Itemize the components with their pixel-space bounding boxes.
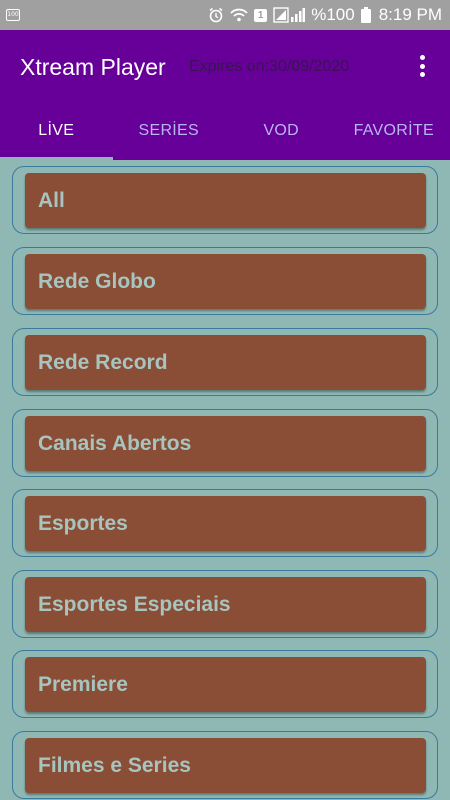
category-label: Rede Record — [38, 350, 168, 374]
wifi-icon — [230, 8, 248, 22]
app-title: Xtream Player — [20, 54, 166, 80]
expiry-date: Expires on:30/09/2020 — [189, 58, 350, 75]
tab-favorite[interactable]: FAVORİTE — [338, 114, 450, 160]
category-label: Esportes — [38, 511, 128, 535]
notification-icon: 100 — [6, 9, 20, 21]
alarm-icon — [208, 7, 224, 23]
status-left: 100 — [6, 9, 20, 21]
category-item: Esportes Especiais — [12, 570, 438, 638]
category-item: Filmes e Series — [12, 731, 438, 799]
tab-series[interactable]: SERİES — [113, 114, 226, 160]
category-item: Esportes — [12, 489, 438, 557]
category-button-all[interactable]: All — [25, 173, 426, 228]
tab-label: LİVE — [38, 122, 75, 139]
category-button-esportes-especiais[interactable]: Esportes Especiais — [25, 577, 426, 632]
status-bar: 100 1 %100 8:19 PM — [0, 0, 450, 30]
category-label: Filmes e Series — [38, 753, 191, 777]
category-label: All — [38, 188, 65, 212]
category-button-canais-abertos[interactable]: Canais Abertos — [25, 416, 426, 471]
tab-live[interactable]: LİVE — [0, 114, 113, 160]
clock: 8:19 PM — [378, 5, 442, 24]
category-item: Premiere — [12, 650, 438, 718]
category-label: Canais Abertos — [38, 431, 192, 455]
signal-icon — [273, 7, 306, 23]
more-vert-icon[interactable] — [412, 52, 432, 80]
tab-bar: LİVE SERİES VOD FAVORİTE — [0, 114, 450, 160]
category-button-premiere[interactable]: Premiere — [25, 657, 426, 712]
tab-label: FAVORİTE — [353, 122, 434, 139]
tab-label: SERİES — [138, 122, 199, 139]
tab-vod[interactable]: VOD — [225, 114, 338, 160]
battery-icon — [360, 7, 371, 23]
app-bar: Xtream Player Expires on:30/09/2020 LİVE… — [0, 30, 450, 160]
category-item: Rede Globo — [12, 247, 438, 315]
category-button-rede-record[interactable]: Rede Record — [25, 335, 426, 390]
category-item: Rede Record — [12, 328, 438, 396]
battery-percentage: %100 — [311, 5, 355, 24]
category-button-filmes-e-series[interactable]: Filmes e Series — [25, 738, 426, 793]
category-label: Rede Globo — [38, 269, 156, 293]
category-label: Esportes Especiais — [38, 592, 231, 616]
category-label: Premiere — [38, 672, 128, 696]
category-item: All — [12, 166, 438, 234]
category-item: Canais Abertos — [12, 409, 438, 477]
sim-icon: 1 — [254, 8, 268, 22]
category-button-esportes[interactable]: Esportes — [25, 496, 426, 551]
tab-label: VOD — [263, 122, 300, 139]
status-right: 1 %100 8:19 PM — [208, 5, 442, 25]
category-button-rede-globo[interactable]: Rede Globo — [25, 254, 426, 309]
